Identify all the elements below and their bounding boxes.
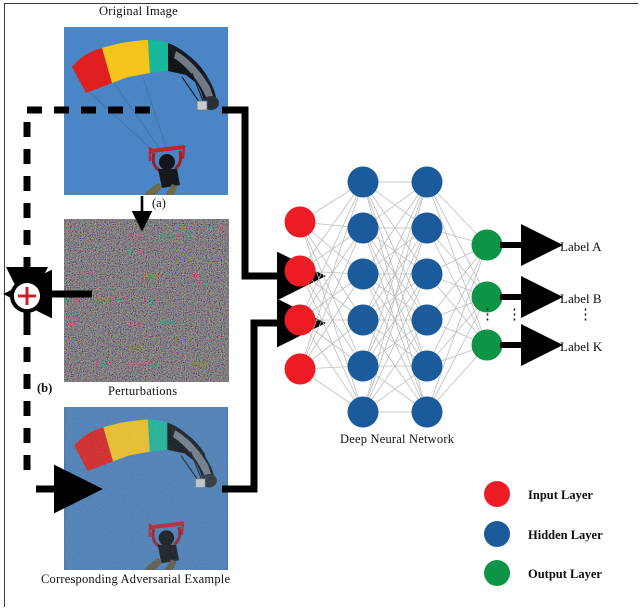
legend-label-hidden-layer: Hidden Layer	[528, 528, 603, 542]
legend-markers-layer	[484, 481, 510, 586]
legend-marker-output-layer	[484, 560, 510, 586]
legend-marker-hidden-layer	[484, 521, 510, 547]
legend-label-input-layer: Input Layer	[528, 488, 593, 502]
legend-marker-input-layer	[484, 481, 510, 507]
legend-label-output-layer: Output Layer	[528, 567, 602, 581]
figure-root: Original Image Perturbations Correspondi…	[0, 0, 640, 609]
